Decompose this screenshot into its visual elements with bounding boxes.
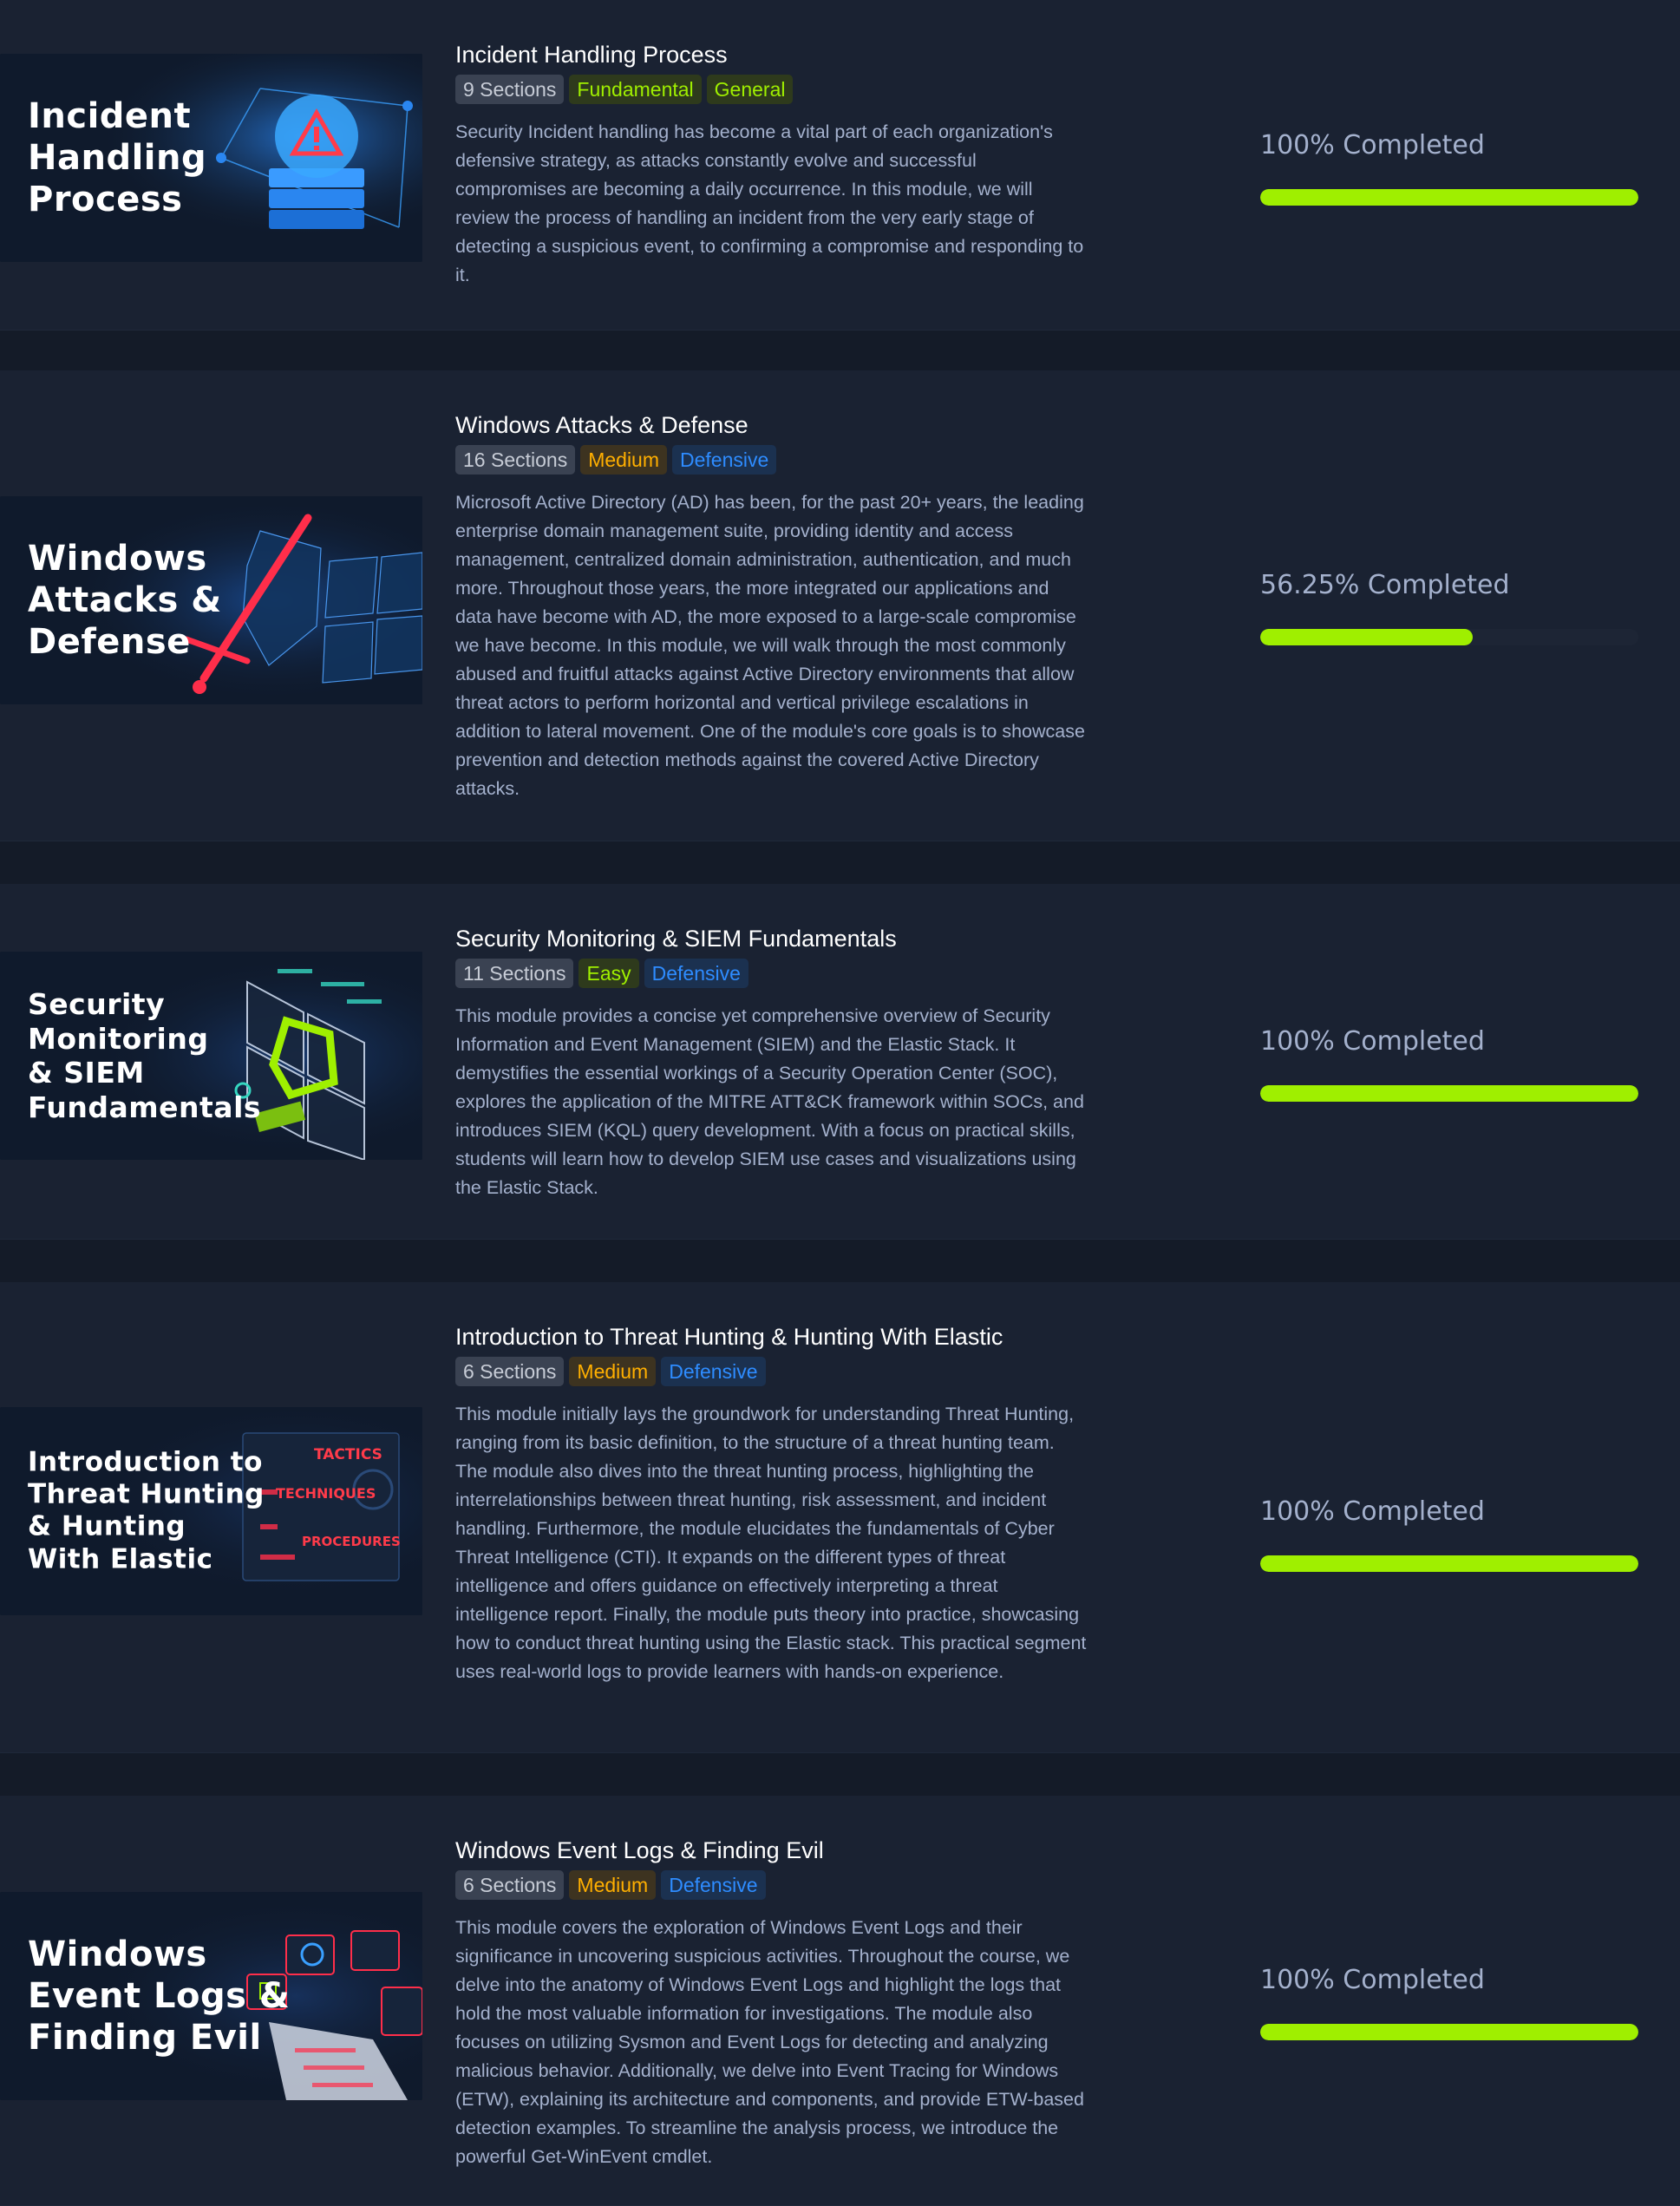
sections-badge: 9 Sections (455, 75, 565, 104)
module-card[interactable]: Incident Handling Process Incident Handl… (0, 0, 1680, 331)
module-tags: 6 Sections Medium Defensive (455, 1870, 1088, 1902)
module-info: Windows Event Logs & Finding Evil 6 Sect… (455, 1836, 1088, 2171)
difficulty-badge: Easy (579, 959, 639, 988)
procedures-word: PROCEDURES (302, 1534, 401, 1549)
progress-bar-fill (1260, 2024, 1638, 2040)
thumbnail-title: Introduction to Threat Hunting & Hunting… (28, 1446, 265, 1575)
module-tags: 16 Sections Medium Defensive (455, 445, 1088, 476)
module-title[interactable]: Incident Handling Process (455, 40, 1088, 69)
progress-bar-fill (1260, 629, 1474, 645)
sections-badge: 16 Sections (455, 445, 576, 475)
module-thumbnail[interactable]: Windows Attacks & Defense (0, 496, 422, 704)
module-title[interactable]: Security Monitoring & SIEM Fundamentals (455, 924, 1088, 953)
progress-bar (1260, 2024, 1638, 2040)
progress-label: 56.25% Completed (1260, 570, 1510, 600)
progress-bar-fill (1260, 1555, 1638, 1572)
module-info: Introduction to Threat Hunting & Hunting… (455, 1322, 1088, 1686)
module-card[interactable]: Windows Attacks & Defense Windows Attack… (0, 370, 1680, 841)
module-info: Windows Attacks & Defense 16 Sections Me… (455, 410, 1088, 803)
module-list: Incident Handling Process Incident Handl… (0, 0, 1680, 2206)
difficulty-badge: Medium (569, 1357, 657, 1386)
progress-bar-fill (1260, 189, 1638, 206)
sections-badge: 11 Sections (455, 959, 574, 988)
category-badge: General (706, 75, 794, 104)
progress-bar (1260, 1555, 1638, 1572)
progress-bar (1260, 1085, 1638, 1102)
module-card[interactable]: TACTICS TECHNIQUES PROCEDURES Introducti… (0, 1282, 1680, 1753)
module-tags: 9 Sections Fundamental General (455, 75, 1088, 106)
module-title[interactable]: Windows Event Logs & Finding Evil (455, 1836, 1088, 1865)
module-card[interactable]: Windows Event Logs & Finding Evil Window… (0, 1796, 1680, 2206)
difficulty-badge: Fundamental (569, 75, 702, 104)
category-badge: Defensive (661, 1870, 766, 1900)
category-badge: Defensive (672, 445, 777, 475)
thumbnail-title: Security Monitoring & SIEM Fundamentals (28, 986, 262, 1124)
difficulty-badge: Medium (569, 1870, 657, 1900)
module-thumbnail[interactable]: TACTICS TECHNIQUES PROCEDURES Introducti… (0, 1407, 422, 1615)
techniques-word: TECHNIQUES (276, 1485, 376, 1502)
module-description: This module covers the exploration of Wi… (455, 1917, 1084, 2167)
module-progress: 100% Completed (1260, 1963, 1638, 2040)
tactics-word: TACTICS (314, 1446, 382, 1463)
module-progress: 100% Completed (1260, 1495, 1638, 1572)
category-badge: Defensive (661, 1357, 766, 1386)
module-title[interactable]: Introduction to Threat Hunting & Hunting… (455, 1322, 1088, 1352)
module-info: Incident Handling Process 9 Sections Fun… (455, 40, 1088, 290)
difficulty-badge: Medium (580, 445, 668, 475)
module-info: Security Monitoring & SIEM Fundamentals … (455, 924, 1088, 1202)
thumbnail-title: Windows Event Logs & Finding Evil (28, 1934, 291, 2058)
module-description: Security Incident handling has become a … (455, 121, 1084, 285)
category-badge: Defensive (644, 959, 748, 988)
progress-label: 100% Completed (1260, 1496, 1485, 1527)
progress-label: 100% Completed (1260, 1026, 1485, 1057)
progress-label: 100% Completed (1260, 130, 1485, 160)
module-description: Microsoft Active Directory (AD) has been… (455, 492, 1085, 799)
module-title[interactable]: Windows Attacks & Defense (455, 410, 1088, 440)
module-description: This module provides a concise yet compr… (455, 1005, 1084, 1198)
progress-label: 100% Completed (1260, 1965, 1485, 1995)
sections-badge: 6 Sections (455, 1357, 565, 1386)
module-progress: 56.25% Completed (1260, 568, 1638, 645)
module-card[interactable]: Security Monitoring & SIEM Fundamentals … (0, 884, 1680, 1240)
sections-badge: 6 Sections (455, 1870, 565, 1900)
progress-bar-fill (1260, 1085, 1638, 1102)
module-thumbnail[interactable]: Security Monitoring & SIEM Fundamentals (0, 952, 422, 1160)
thumbnail-title: Incident Handling Process (28, 96, 207, 219)
module-thumbnail[interactable]: Incident Handling Process (0, 54, 422, 262)
progress-bar (1260, 189, 1638, 206)
module-description: This module initially lays the groundwor… (455, 1404, 1087, 1682)
module-thumbnail[interactable]: Windows Event Logs & Finding Evil (0, 1892, 422, 2100)
thumbnail-title: Windows Attacks & Defense (28, 539, 222, 662)
module-tags: 6 Sections Medium Defensive (455, 1357, 1088, 1388)
progress-bar (1260, 629, 1638, 645)
module-tags: 11 Sections Easy Defensive (455, 959, 1088, 990)
module-progress: 100% Completed (1260, 1024, 1638, 1102)
module-progress: 100% Completed (1260, 128, 1638, 206)
